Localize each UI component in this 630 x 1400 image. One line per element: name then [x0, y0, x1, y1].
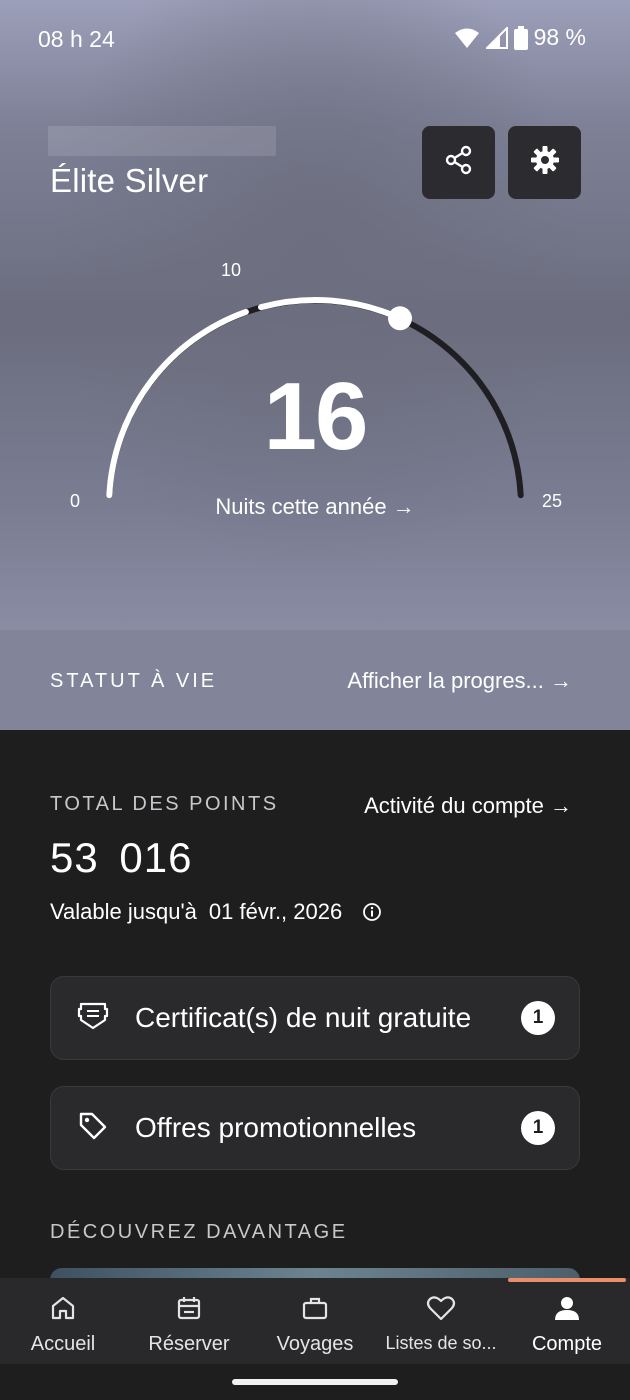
card-label: Certificat(s) de nuit gratuite — [135, 1002, 472, 1033]
share-icon — [443, 144, 475, 181]
points-label: TOTAL DES POINTS — [50, 793, 279, 815]
hero-panel: 08 h 24 98 % Élite Silver 0 10 25 16 Nui… — [0, 0, 630, 630]
heart-icon — [426, 1294, 456, 1327]
account-activity-link[interactable]: Activité du compte → — [364, 793, 572, 819]
free-night-certificates-card[interactable]: Certificat(s) de nuit gratuite 1 — [50, 976, 580, 1060]
lifetime-status-label: STATUT À VIE — [50, 670, 218, 692]
nav-book[interactable]: Réserver — [126, 1278, 252, 1364]
nav-label: Compte — [531, 1333, 603, 1355]
certificate-icon — [76, 1001, 110, 1036]
nav-label: Voyages — [276, 1333, 354, 1355]
nav-label: Réserver — [148, 1333, 230, 1355]
count-badge: 1 — [521, 1111, 555, 1145]
gear-icon — [530, 145, 560, 180]
nav-wishlists[interactable]: Listes de so... — [378, 1278, 504, 1364]
home-indicator-pill[interactable] — [232, 1379, 398, 1385]
count-badge: 1 — [521, 1001, 555, 1035]
points-total: 53 016 — [50, 834, 193, 881]
validity-date: 01 févr., 2026 — [208, 899, 343, 924]
view-progress-link[interactable]: Afficher la progres... → — [347, 668, 572, 694]
info-icon[interactable] — [362, 902, 382, 922]
nav-trips[interactable]: Voyages — [252, 1278, 378, 1364]
bottom-navigation: Accueil Réserver Voyages Listes de so...… — [0, 1278, 630, 1364]
member-name-redacted — [48, 126, 276, 156]
home-icon — [49, 1294, 77, 1327]
nights-count: 16 — [263, 363, 369, 470]
status-time: 08 h 24 — [38, 26, 115, 52]
gauge-tick-milestone: 10 — [221, 260, 242, 280]
status-icons: 98 % — [454, 24, 586, 51]
tier-title: Élite Silver — [50, 162, 209, 199]
card-label: Offres promotionnelles — [135, 1112, 417, 1143]
briefcase-icon — [301, 1294, 329, 1327]
points-validity: Valable jusqu'à 01 févr., 2026 — [50, 899, 382, 925]
wifi-icon — [454, 27, 480, 49]
battery-percent: 98 % — [533, 24, 586, 50]
person-icon — [553, 1294, 581, 1327]
share-button[interactable] — [422, 126, 495, 199]
gauge-progress-arc — [258, 297, 403, 322]
calendar-icon — [175, 1294, 203, 1327]
settings-button[interactable] — [508, 126, 581, 199]
nav-label: Accueil — [30, 1333, 96, 1355]
validity-prefix: Valable jusqu'à — [50, 899, 197, 924]
discover-more-label: DÉCOUVREZ DAVANTAGE — [50, 1221, 348, 1243]
nav-label: Listes de so... — [385, 1333, 497, 1353]
promotional-offers-card[interactable]: Offres promotionnelles 1 — [50, 1086, 580, 1170]
tag-icon — [77, 1110, 109, 1147]
nav-home[interactable]: Accueil — [0, 1278, 126, 1364]
gauge-knob — [388, 306, 412, 331]
cell-signal-icon — [485, 26, 508, 49]
nights-link[interactable]: Nuits cette année → — [0, 494, 630, 520]
status-bar: 08 h 24 98 % — [0, 0, 630, 78]
nav-account[interactable]: Compte — [504, 1278, 630, 1364]
battery-icon — [513, 25, 528, 50]
